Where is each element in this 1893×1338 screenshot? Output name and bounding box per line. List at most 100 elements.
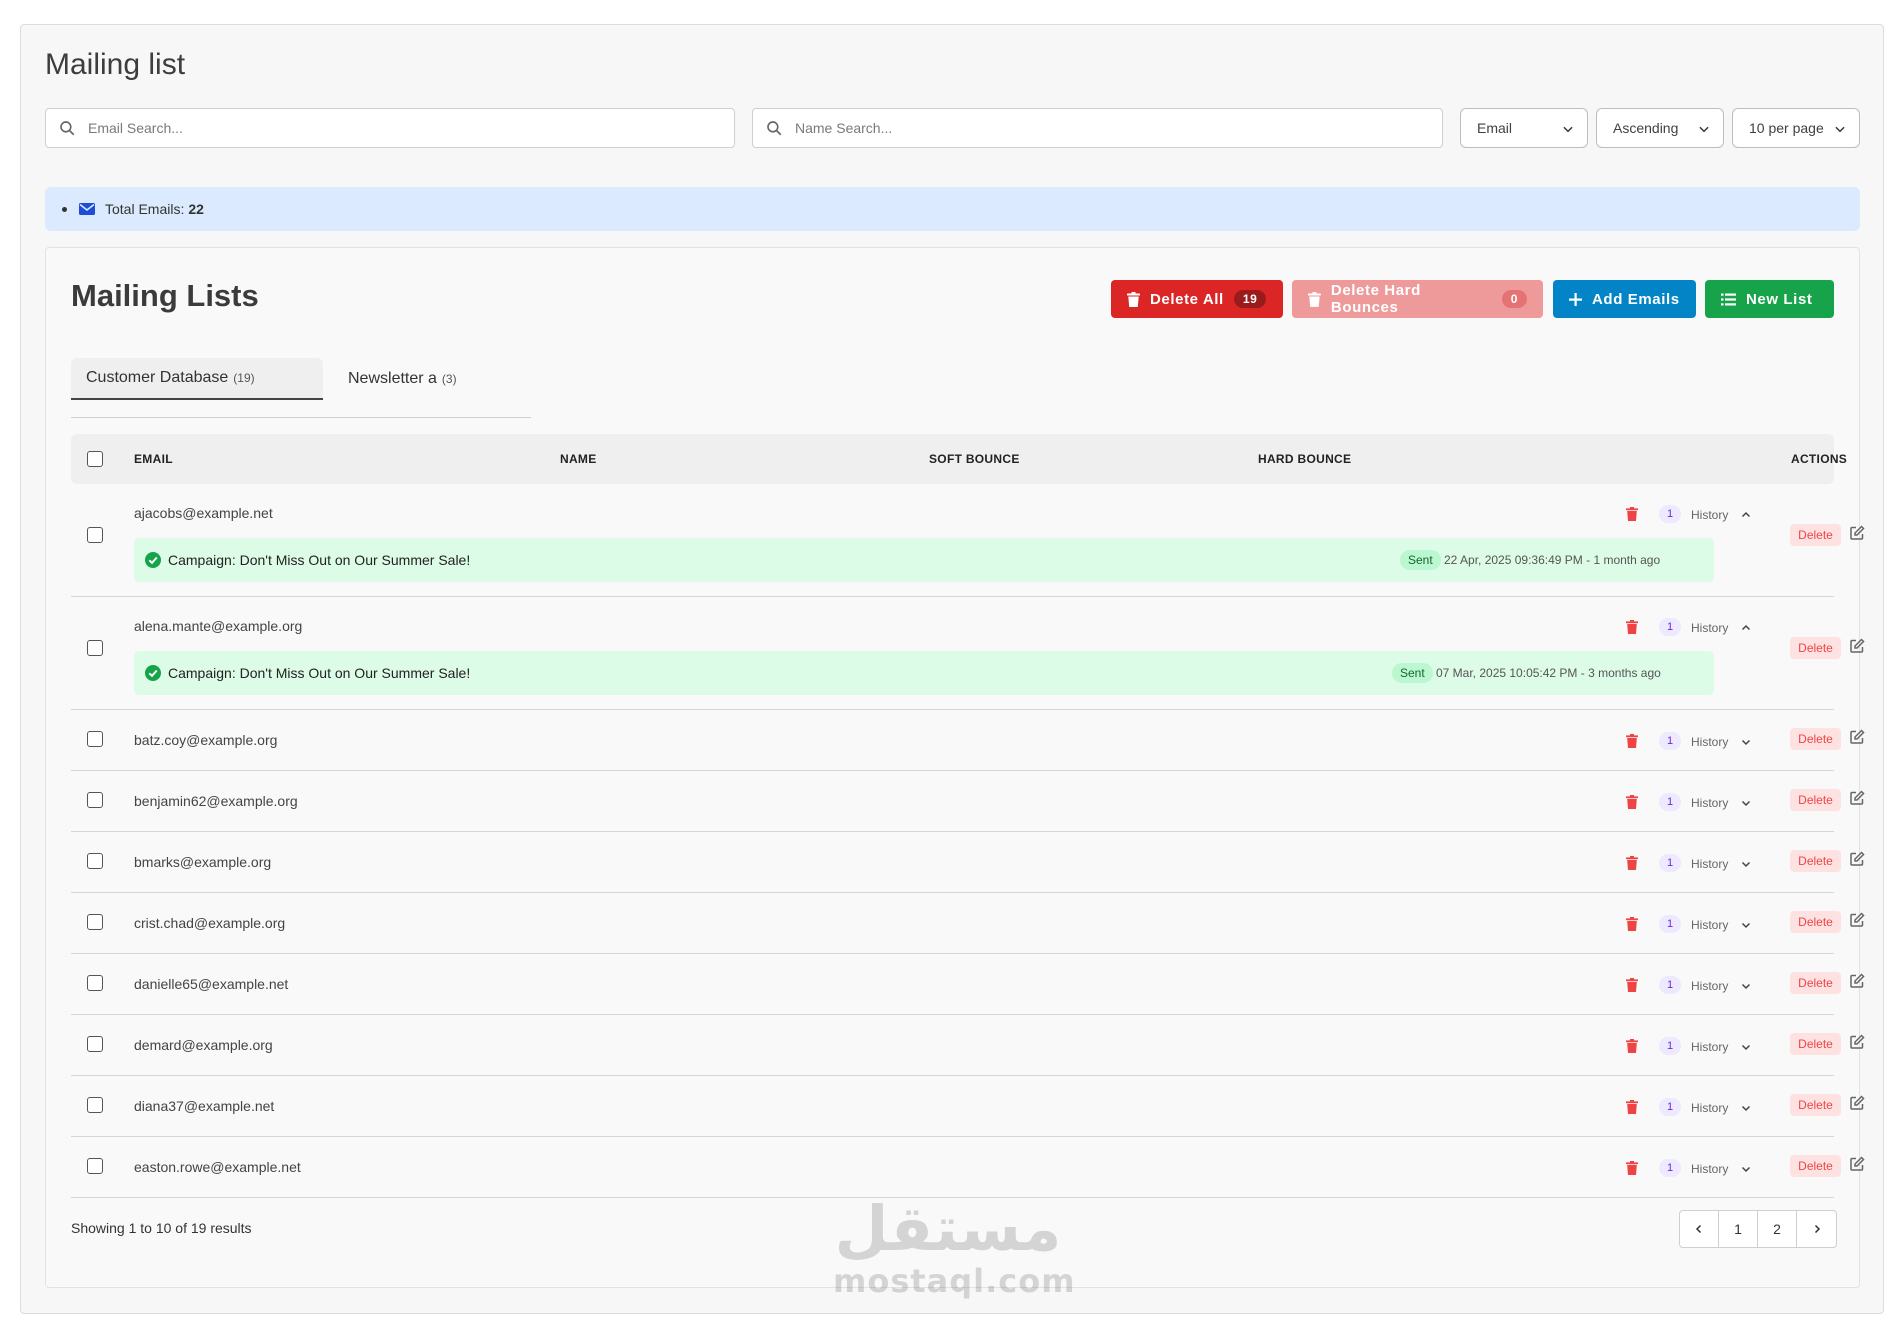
delete-row-button[interactable]: Delete: [1790, 728, 1841, 750]
row-email: benjamin62@example.org: [134, 793, 298, 809]
row-checkbox[interactable]: [87, 1097, 103, 1113]
row-checkbox[interactable]: [87, 914, 103, 930]
trash-icon[interactable]: [1626, 1161, 1638, 1175]
history-toggle-label[interactable]: History: [1691, 857, 1728, 871]
delete-hard-bounces-button[interactable]: Delete Hard Bounces 0: [1292, 280, 1543, 318]
chevron-down-icon[interactable]: [1740, 796, 1752, 808]
trash-icon[interactable]: [1626, 620, 1638, 634]
card-title: Mailing Lists: [71, 278, 259, 313]
prev-page-button[interactable]: [1680, 1211, 1719, 1247]
email-search-input[interactable]: [88, 120, 734, 136]
check-circle-icon: [145, 552, 161, 568]
history-toggle-label[interactable]: History: [1691, 1162, 1728, 1176]
row-email: diana37@example.net: [134, 1098, 275, 1114]
history-toggle-label[interactable]: History: [1691, 796, 1728, 810]
per-page-select[interactable]: 10 per page: [1732, 108, 1860, 148]
table-row: easton.rowe@example.net 1 History Delete: [71, 1137, 1865, 1198]
row-checkbox[interactable]: [87, 975, 103, 991]
trash-icon[interactable]: [1626, 1100, 1638, 1114]
chevron-down-icon[interactable]: [1740, 857, 1752, 869]
next-page-button[interactable]: [1797, 1211, 1836, 1247]
tab-newsletter-a[interactable]: Newsletter a (3): [348, 358, 457, 400]
sort-order-select[interactable]: Ascending: [1596, 108, 1724, 148]
add-emails-button[interactable]: Add Emails: [1553, 280, 1696, 318]
delete-row-button[interactable]: Delete: [1790, 789, 1841, 811]
row-checkbox[interactable]: [87, 853, 103, 869]
row-checkbox[interactable]: [87, 731, 103, 747]
tab-customer-database[interactable]: Customer Database (19): [71, 358, 323, 400]
name-search-field[interactable]: [752, 108, 1443, 148]
add-emails-label: Add Emails: [1592, 290, 1680, 308]
delete-row-button[interactable]: Delete: [1790, 1033, 1841, 1055]
history-toggle-label[interactable]: History: [1691, 621, 1728, 635]
name-search-input[interactable]: [795, 120, 1442, 136]
chevron-down-icon[interactable]: [1740, 1040, 1752, 1052]
delete-row-button[interactable]: Delete: [1790, 1155, 1841, 1177]
row-checkbox[interactable]: [87, 1158, 103, 1174]
trash-icon[interactable]: [1626, 795, 1638, 809]
table-row: danielle65@example.net 1 History Delete: [71, 954, 1865, 1015]
edit-icon[interactable]: [1849, 912, 1865, 928]
chevron-up-icon[interactable]: [1740, 621, 1752, 633]
total-emails-banner: Total Emails: 22: [45, 187, 1860, 231]
history-toggle-label[interactable]: History: [1691, 979, 1728, 993]
edit-icon[interactable]: [1849, 790, 1865, 806]
edit-icon[interactable]: [1849, 729, 1865, 745]
trash-icon[interactable]: [1626, 856, 1638, 870]
history-toggle-label[interactable]: History: [1691, 508, 1728, 522]
email-search-field[interactable]: [45, 108, 735, 148]
trash-icon[interactable]: [1626, 1039, 1638, 1053]
select-all-checkbox[interactable]: [87, 451, 103, 467]
delete-row-button[interactable]: Delete: [1790, 850, 1841, 872]
new-list-button[interactable]: New List: [1705, 280, 1834, 318]
per-page-value: 10 per page: [1749, 120, 1824, 136]
delete-row-button[interactable]: Delete: [1790, 1094, 1841, 1116]
page-1-button[interactable]: 1: [1719, 1211, 1758, 1247]
chevron-down-icon[interactable]: [1740, 1162, 1752, 1174]
sent-badge: Sent: [1392, 663, 1433, 683]
row-checkbox[interactable]: [87, 792, 103, 808]
sort-field-select[interactable]: Email: [1460, 108, 1588, 148]
search-icon: [60, 121, 75, 136]
delete-row-button[interactable]: Delete: [1790, 637, 1841, 659]
history-toggle-label[interactable]: History: [1691, 735, 1728, 749]
trash-icon[interactable]: [1626, 734, 1638, 748]
chevron-down-icon[interactable]: [1740, 979, 1752, 991]
history-toggle-label[interactable]: History: [1691, 1101, 1728, 1115]
row-checkbox[interactable]: [87, 640, 103, 656]
sort-order-value: Ascending: [1613, 120, 1679, 136]
trash-icon[interactable]: [1626, 917, 1638, 931]
history-toggle-label[interactable]: History: [1691, 1040, 1728, 1054]
history-count: 1: [1659, 1159, 1681, 1177]
chevron-up-icon[interactable]: [1740, 508, 1752, 520]
trash-icon[interactable]: [1626, 507, 1638, 521]
sent-badge: Sent: [1400, 550, 1441, 570]
edit-icon[interactable]: [1849, 851, 1865, 867]
watermark: مستقل mostaql.com: [833, 1196, 1075, 1308]
edit-icon[interactable]: [1849, 638, 1865, 654]
edit-icon[interactable]: [1849, 525, 1865, 541]
table-row: demard@example.org 1 History Delete: [71, 1015, 1865, 1076]
edit-icon[interactable]: [1849, 1156, 1865, 1172]
history-toggle-label[interactable]: History: [1691, 918, 1728, 932]
row-email: batz.coy@example.org: [134, 732, 278, 748]
chevron-down-icon[interactable]: [1740, 918, 1752, 930]
row-email: ajacobs@example.net: [134, 505, 273, 521]
delete-all-button[interactable]: Delete All 19: [1111, 280, 1283, 318]
edit-icon[interactable]: [1849, 973, 1865, 989]
chevron-down-icon[interactable]: [1740, 1101, 1752, 1113]
row-checkbox[interactable]: [87, 1036, 103, 1052]
edit-icon[interactable]: [1849, 1034, 1865, 1050]
chevron-down-icon: [1563, 126, 1573, 133]
total-emails-value: 22: [188, 201, 204, 217]
column-soft-bounce: SOFT BOUNCE: [929, 452, 1020, 466]
delete-row-button[interactable]: Delete: [1790, 972, 1841, 994]
trash-icon[interactable]: [1626, 978, 1638, 992]
delete-row-button[interactable]: Delete: [1790, 524, 1841, 546]
history-count: 1: [1659, 1037, 1681, 1055]
page-2-button[interactable]: 2: [1758, 1211, 1797, 1247]
chevron-down-icon[interactable]: [1740, 735, 1752, 747]
delete-row-button[interactable]: Delete: [1790, 911, 1841, 933]
row-checkbox[interactable]: [87, 527, 103, 543]
edit-icon[interactable]: [1849, 1095, 1865, 1111]
